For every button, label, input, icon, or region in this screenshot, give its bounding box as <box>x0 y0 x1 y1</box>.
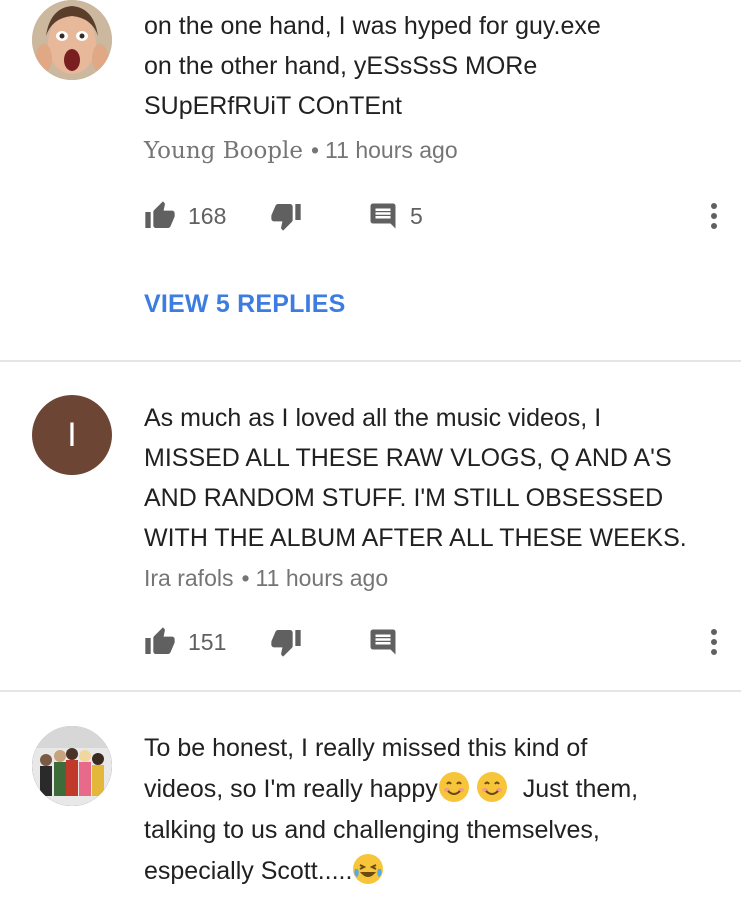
reply-icon <box>370 629 396 655</box>
comment-line: To be honest, I really missed this kind … <box>144 734 588 762</box>
comment-text-fragment: Just them, <box>522 775 639 803</box>
comment-line: AND RANDOM STUFF. I'M STILL OBSESSED <box>144 484 664 512</box>
dislike-icon <box>271 204 301 231</box>
avatar[interactable] <box>32 0 112 80</box>
reply-button[interactable]: 5 <box>368 196 423 236</box>
avatar-letter: I <box>67 415 77 454</box>
comment-body: To be honest, I really missed this kind … <box>144 728 724 892</box>
comment-meta: Young Boople • 11 hours ago <box>144 137 458 164</box>
comment-line: videos, so I'm really happy Just them, <box>144 769 724 810</box>
timestamp: 11 hours ago <box>325 137 458 163</box>
comment-meta: Ira rafols • 11 hours ago <box>144 565 388 592</box>
comment-actions: 168 5 <box>144 196 724 236</box>
group-photo-avatar-image <box>32 726 112 806</box>
avatar[interactable]: I <box>32 395 112 475</box>
comment-3: To be honest, I really missed this kind … <box>0 692 741 901</box>
comment-body: on the one hand, I was hyped for guy.exe… <box>144 6 724 126</box>
comment-line: As much as I loved all the music videos,… <box>144 404 602 432</box>
avatar[interactable] <box>32 726 112 806</box>
meta-separator: • <box>241 565 250 591</box>
comment-line: especially Scott..... <box>144 851 724 892</box>
comment-line: talking to us and challenging themselves… <box>144 816 600 844</box>
comment-body: As much as I loved all the music videos,… <box>144 398 724 558</box>
smiling-face-emoji <box>438 772 469 802</box>
like-button[interactable]: 168 <box>144 196 226 236</box>
like-count: 168 <box>188 202 227 229</box>
dislike-button[interactable] <box>270 196 302 236</box>
comment-actions: 151 <box>144 622 724 662</box>
like-count: 151 <box>188 628 227 655</box>
author-name[interactable]: Ira rafols <box>144 565 233 591</box>
more-options-icon[interactable] <box>700 622 728 662</box>
like-icon <box>145 201 175 228</box>
comment-line: on the other hand, yESsSsS MORe <box>144 52 538 80</box>
reply-count: 5 <box>410 202 423 229</box>
smiling-face-emoji <box>476 772 507 802</box>
reply-button[interactable] <box>368 622 398 662</box>
author-name[interactable]: Young Boople <box>144 138 303 164</box>
reply-icon <box>370 203 396 229</box>
comment-text-fragment: especially Scott..... <box>144 857 353 885</box>
like-button[interactable]: 151 <box>144 622 226 662</box>
dislike-icon <box>271 630 301 657</box>
laughing-crying-emoji <box>353 854 384 884</box>
timestamp: 11 hours ago <box>255 565 389 591</box>
comment-1: on the one hand, I was hyped for guy.exe… <box>0 0 741 362</box>
comment-line: MISSED ALL THESE RAW VLOGS, Q AND A'S <box>144 444 672 472</box>
dislike-button[interactable] <box>270 622 302 662</box>
comment-line: SUpERfRUiT COnTEnt <box>144 92 402 120</box>
comment-line: on the one hand, I was hyped for guy.exe <box>144 12 601 40</box>
comment-line: WITH THE ALBUM AFTER ALL THESE WEEKS. <box>144 524 687 552</box>
meta-separator: • <box>310 137 320 163</box>
more-options-icon[interactable] <box>700 196 728 236</box>
face-avatar-image <box>32 0 112 80</box>
comment-2: I As much as I loved all the music video… <box>0 362 741 692</box>
like-icon <box>145 627 175 654</box>
view-replies-link[interactable]: VIEW 5 REPLIES <box>144 290 345 319</box>
comment-text-fragment: videos, so I'm really happy <box>144 775 438 803</box>
